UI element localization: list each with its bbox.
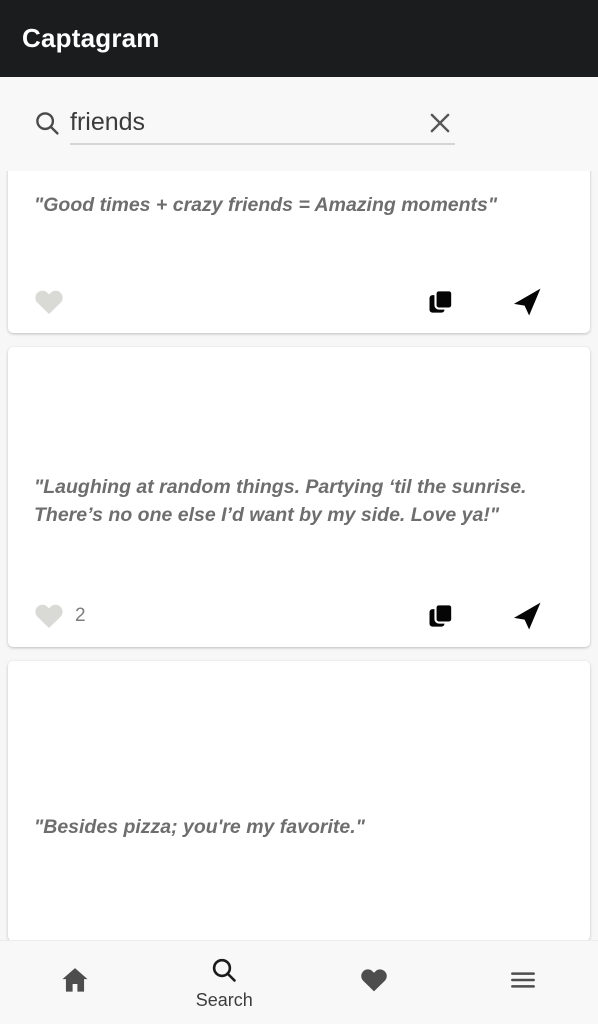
send-icon[interactable]: [510, 599, 544, 633]
heart-icon: [358, 964, 390, 996]
search-input-value: friends: [70, 107, 146, 136]
heart-icon: [32, 599, 66, 633]
caption-feed[interactable]: "Good times + crazy friends = Amazing mo…: [0, 171, 598, 940]
like-button[interactable]: 2: [32, 599, 86, 633]
search-icon: [31, 107, 63, 139]
search-icon: [209, 955, 239, 985]
caption-text: "Laughing at random things. Partying ‘ti…: [34, 476, 527, 527]
app-bar: Captagram: [0, 0, 598, 77]
caption-text: "Besides pizza; you're my favorite.": [34, 816, 365, 838]
nav-item-favorites[interactable]: [299, 941, 449, 1024]
close-icon[interactable]: [424, 107, 456, 139]
card-actions-right: [426, 285, 566, 319]
app-title: Captagram: [22, 23, 160, 53]
search-input[interactable]: friends: [70, 101, 455, 145]
card-actions: [8, 271, 590, 333]
send-icon[interactable]: [510, 285, 544, 319]
like-count: 2: [75, 605, 86, 626]
nav-item-menu[interactable]: [449, 941, 598, 1024]
card-actions-right: [426, 599, 566, 633]
nav-item-home[interactable]: [0, 941, 150, 1024]
card-actions: 2: [8, 585, 590, 647]
copy-icon[interactable]: [426, 601, 456, 631]
home-icon: [59, 964, 91, 996]
caption-card[interactable]: "Good times + crazy friends = Amazing mo…: [8, 171, 590, 333]
copy-icon[interactable]: [426, 287, 456, 317]
search-bar: friends: [0, 77, 598, 171]
caption-card[interactable]: "Laughing at random things. Partying ‘ti…: [8, 347, 590, 647]
menu-icon: [507, 964, 539, 996]
heart-icon: [32, 285, 66, 319]
caption-text: "Good times + crazy friends = Amazing mo…: [34, 194, 498, 216]
caption-card[interactable]: "Besides pizza; you're my favorite.": [8, 661, 590, 940]
nav-item-search[interactable]: Search: [150, 941, 300, 1024]
nav-label-search: Search: [195, 989, 253, 1010]
like-button[interactable]: [32, 285, 75, 319]
app-root: Captagram friends "Good times + crazy fr…: [0, 0, 598, 1024]
bottom-nav: Search: [0, 940, 598, 1024]
